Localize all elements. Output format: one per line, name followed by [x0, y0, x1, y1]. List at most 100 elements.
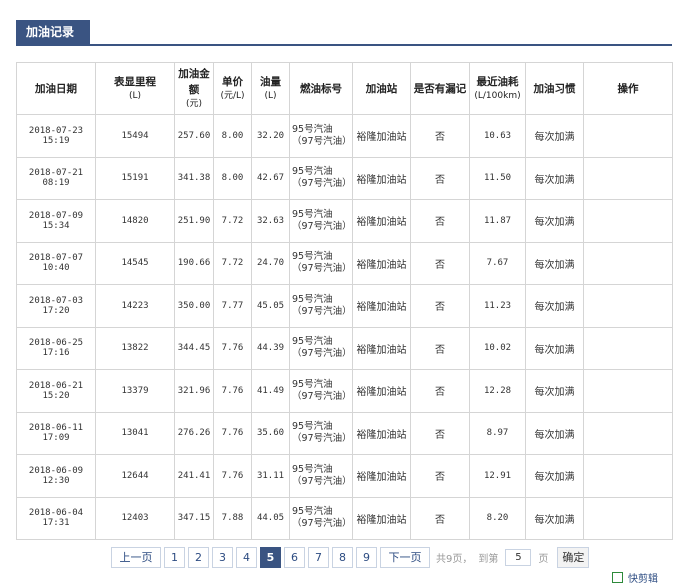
column-header-label: 加油习惯 [533, 82, 576, 95]
table-row: 2018-07-09 15:34 14820 251.90 7.72 32.63 95号汽… [16, 199, 673, 243]
cell-amount: 350.00 [174, 284, 214, 328]
cell-odometer: 15191 [95, 156, 175, 200]
table-body: 2018-07-23 15:19 15494 257.60 8.00 32.20 95号汽… [16, 114, 673, 540]
section-title: 加油记录 [16, 20, 90, 44]
cell-missed: 否 [410, 114, 470, 158]
cell-consumption: 10.02 [469, 326, 526, 370]
cell-habit: 每次加满 [525, 454, 584, 498]
cell-price: 7.76 [213, 369, 252, 413]
cell-odometer: 15494 [95, 114, 175, 158]
cell-price: 8.00 [213, 156, 252, 200]
cell-consumption: 10.63 [469, 114, 526, 158]
cell-action[interactable] [583, 199, 673, 243]
confirm-goto-button[interactable]: 确定 [557, 547, 590, 568]
cell-missed: 否 [410, 156, 470, 200]
cell-station: 裕隆加油站 [352, 241, 411, 285]
cell-habit: 每次加满 [525, 411, 584, 455]
column-header-unit: (元/L) [220, 91, 245, 101]
app-corner-widget[interactable]: 快剪辑 [612, 570, 658, 585]
column-header-label: 表显里程 [114, 76, 156, 88]
next-page-button[interactable]: 下一页 [380, 547, 430, 568]
column-header: 加油金额 (元) [174, 62, 214, 115]
cell-action[interactable] [583, 326, 673, 370]
cell-consumption: 11.50 [469, 156, 526, 200]
cell-action[interactable] [583, 369, 673, 413]
cell-fuel: 95号汽油（97号汽油） [289, 199, 353, 243]
cell-consumption: 11.87 [469, 199, 526, 243]
section-header: 加油记录 [16, 20, 672, 46]
cell-amount: 190.66 [174, 241, 214, 285]
cell-odometer: 13379 [95, 369, 175, 413]
cell-odometer: 14223 [95, 284, 175, 328]
cell-date: 2018-06-11 17:09 [16, 411, 96, 455]
cell-habit: 每次加满 [525, 156, 584, 200]
cell-station: 裕隆加油站 [352, 454, 411, 498]
cell-price: 7.76 [213, 326, 252, 370]
column-header: 是否有漏记 [410, 62, 470, 115]
cell-amount: 347.15 [174, 496, 214, 540]
cell-volume: 45.05 [251, 284, 290, 328]
column-header-label: 加油金额 [178, 68, 210, 96]
cell-fuel: 95号汽油（97号汽油） [289, 114, 353, 158]
column-header: 加油站 [352, 62, 411, 115]
refuel-records-table: 加油日期 表显里程 (L) 加油金额 (元) 单价 (元/L) 油量 (L) 燃油标号 加油站 是否有… [16, 62, 673, 540]
column-header: 操作 [583, 62, 673, 115]
cell-fuel: 95号汽油（97号汽油） [289, 156, 353, 200]
cell-action[interactable] [583, 284, 673, 328]
cell-amount: 276.26 [174, 411, 214, 455]
cell-action[interactable] [583, 454, 673, 498]
column-header-label: 最近油耗 [476, 76, 519, 88]
cell-action[interactable] [583, 411, 673, 455]
cell-habit: 每次加满 [525, 496, 584, 540]
cell-amount: 257.60 [174, 114, 214, 158]
cell-station: 裕隆加油站 [352, 369, 411, 413]
column-header-unit: (L/100km) [474, 91, 521, 101]
cell-volume: 41.49 [251, 369, 290, 413]
cell-action[interactable] [583, 241, 673, 285]
column-header: 燃油标号 [289, 62, 353, 115]
prev-page-button[interactable]: 上一页 [111, 547, 161, 568]
cell-habit: 每次加满 [525, 284, 584, 328]
page-button-1[interactable]: 1 [164, 547, 185, 568]
cell-missed: 否 [410, 454, 470, 498]
cell-volume: 44.05 [251, 496, 290, 540]
cell-amount: 341.38 [174, 156, 214, 200]
cell-station: 裕隆加油站 [352, 284, 411, 328]
cell-missed: 否 [410, 411, 470, 455]
cell-action[interactable] [583, 156, 673, 200]
cell-missed: 否 [410, 284, 470, 328]
cell-volume: 32.63 [251, 199, 290, 243]
cell-amount: 321.96 [174, 369, 214, 413]
cell-station: 裕隆加油站 [352, 411, 411, 455]
cell-station: 裕隆加油站 [352, 199, 411, 243]
column-header: 油量 (L) [251, 62, 290, 115]
page-button-3[interactable]: 3 [212, 547, 233, 568]
cell-odometer: 12644 [95, 454, 175, 498]
cell-date: 2018-06-04 17:31 [16, 496, 96, 540]
page-number-list: 123456789 [164, 547, 380, 568]
cell-volume: 32.20 [251, 114, 290, 158]
column-header-label: 加油日期 [35, 82, 77, 95]
cell-date: 2018-07-07 10:40 [16, 241, 96, 285]
table-row: 2018-06-04 17:31 12403 347.15 7.88 44.05 95号汽… [16, 496, 673, 540]
table-row: 2018-06-21 15:20 13379 321.96 7.76 41.49 95号汽… [16, 369, 673, 413]
cell-date: 2018-07-21 08:19 [16, 156, 96, 200]
page-button-9[interactable]: 9 [356, 547, 377, 568]
cell-habit: 每次加满 [525, 199, 584, 243]
cell-action[interactable] [583, 114, 673, 158]
page-button-2[interactable]: 2 [188, 547, 209, 568]
cell-price: 8.00 [213, 114, 252, 158]
cell-action[interactable] [583, 496, 673, 540]
cell-consumption: 12.91 [469, 454, 526, 498]
cell-amount: 344.45 [174, 326, 214, 370]
cell-fuel: 95号汽油（97号汽油） [289, 454, 353, 498]
page-button-5[interactable]: 5 [260, 547, 281, 568]
page-button-4[interactable]: 4 [236, 547, 257, 568]
page-button-7[interactable]: 7 [308, 547, 329, 568]
table-row: 2018-07-07 10:40 14545 190.66 7.72 24.70 95号汽… [16, 241, 673, 285]
page-button-8[interactable]: 8 [332, 547, 353, 568]
page-button-6[interactable]: 6 [284, 547, 305, 568]
column-header-label: 是否有漏记 [413, 82, 467, 95]
goto-page-input[interactable] [505, 549, 532, 566]
cell-missed: 否 [410, 496, 470, 540]
